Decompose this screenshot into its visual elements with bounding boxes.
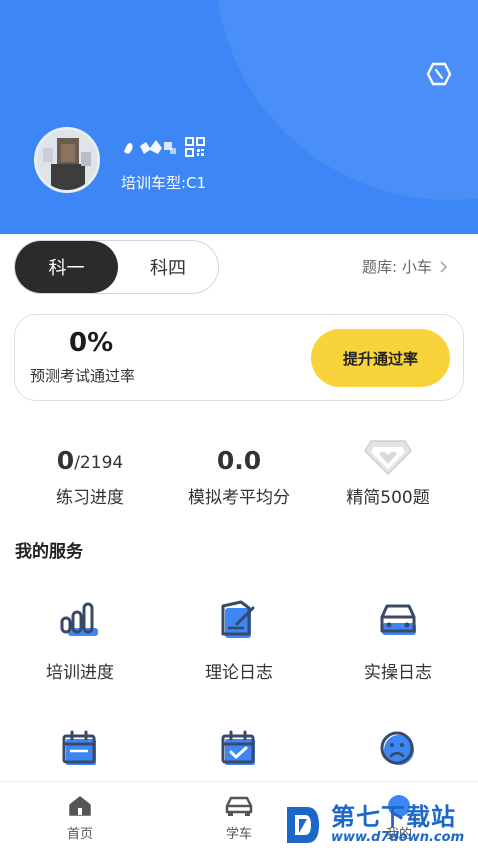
service-check-calendar[interactable] (164, 724, 314, 772)
tab-home-label: 首页 (66, 827, 93, 842)
chevron-right-icon (440, 260, 447, 273)
hexagon-settings-icon (426, 62, 452, 86)
watermark-url: www.d7down.com (331, 830, 465, 845)
avatar[interactable] (34, 127, 100, 193)
services-title: 我的服务 (15, 542, 83, 562)
tab-learn-driving[interactable]: 学车 (184, 782, 294, 850)
car-tab-icon (225, 796, 253, 816)
profile-header: 培训车型:C1 (0, 0, 478, 234)
service-calendar[interactable] (5, 724, 155, 772)
service-theory-log[interactable]: 理论日志 (164, 596, 314, 683)
question-bank-selector[interactable]: 题库: 小车 (362, 256, 448, 277)
pass-rate-card: 0% 预测考试通过率 提升通过率 (14, 314, 464, 401)
practice-progress-value: 0 /2194 (15, 440, 165, 476)
car-icon (380, 604, 416, 635)
selected-questions-stat[interactable]: 精简500题 (313, 440, 463, 508)
tab-subject-four[interactable]: 科四 (118, 241, 218, 293)
mock-exam-label: 模拟考平均分 (188, 488, 290, 508)
car-type-label: 培训车型:C1 (121, 174, 207, 192)
calendar-icon (62, 730, 96, 765)
qr-code-button[interactable] (184, 136, 206, 158)
qr-code-icon (185, 137, 205, 157)
home-icon (69, 796, 91, 816)
service-training-progress[interactable]: 培训进度 (5, 596, 155, 683)
pass-rate-value: 0% (69, 328, 114, 358)
nickname-image (124, 140, 176, 154)
header-decoration (215, 0, 478, 200)
mock-exam-score: 0.0 (216, 446, 262, 475)
question-bank-label: 题库: 小车 (362, 258, 432, 276)
watermark-title: 第七下载站 (331, 803, 456, 831)
subject-tabs: 科一 科四 (14, 240, 219, 294)
boost-pass-rate-button[interactable]: 提升通过率 (311, 329, 450, 387)
diamond-icon (364, 440, 412, 476)
pass-rate-label: 预测考试通过率 (30, 367, 136, 385)
practice-progress-label: 练习进度 (56, 488, 124, 508)
selected-questions-icon-row (313, 440, 463, 476)
practice-done: 0 (56, 446, 75, 475)
tab-learn-driving-label: 学车 (225, 827, 252, 842)
service-practice-log[interactable]: 实操日志 (323, 596, 473, 683)
tab-home[interactable]: 首页 (25, 782, 135, 850)
service-label: 理论日志 (205, 663, 273, 683)
mock-exam-value-row: 0.0 (164, 440, 314, 476)
bar-chart-icon (60, 602, 98, 636)
service-label: 培训进度 (46, 663, 114, 683)
avatar-image (37, 130, 97, 190)
service-label: 实操日志 (364, 663, 432, 683)
watermark: 第七下载站 www.d7down.com (283, 800, 478, 850)
selected-questions-label: 精简500题 (346, 488, 430, 508)
practice-progress-stat[interactable]: 0 /2194 练习进度 (15, 440, 165, 508)
document-edit-icon (221, 600, 255, 638)
watermark-logo-icon (287, 807, 319, 843)
calendar-check-icon (221, 730, 255, 765)
settings-button[interactable] (424, 60, 454, 88)
service-feedback[interactable] (323, 724, 473, 772)
nickname-row (120, 136, 206, 158)
mock-exam-stat[interactable]: 0.0 模拟考平均分 (164, 440, 314, 508)
sad-face-icon (380, 731, 414, 765)
practice-total: /2194 (74, 453, 124, 473)
tab-subject-one[interactable]: 科一 (15, 241, 118, 293)
